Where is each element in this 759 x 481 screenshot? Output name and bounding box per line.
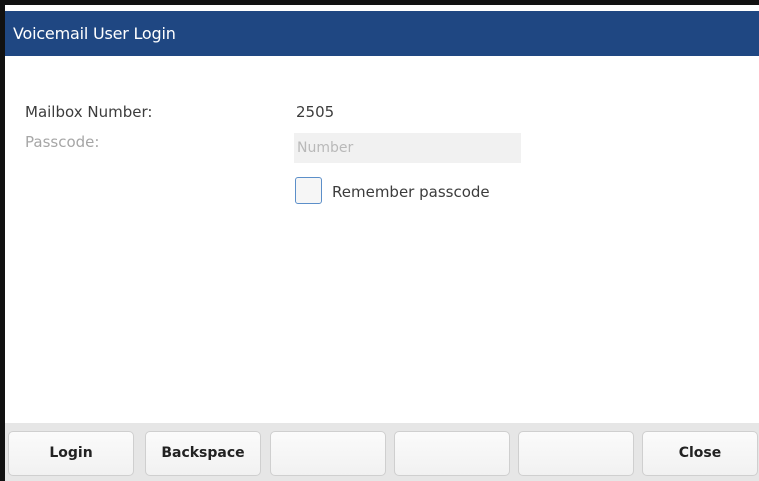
close-softkey[interactable]: Close [642,431,758,476]
mailbox-number-label: Mailbox Number: [25,103,153,121]
softkey-5[interactable] [518,431,634,476]
softkey-bar: Login Backspace Close [5,423,759,481]
backspace-softkey[interactable]: Backspace [145,431,261,476]
login-softkey[interactable]: Login [8,431,134,476]
title-bar: Voicemail User Login [5,11,759,56]
softkey-3[interactable] [270,431,386,476]
mailbox-number-value: 2505 [296,103,335,121]
passcode-label: Passcode: [25,133,100,151]
passcode-input[interactable] [294,133,521,163]
screen-frame [0,0,759,481]
page-title: Voicemail User Login [13,24,176,43]
remember-passcode-label[interactable]: Remember passcode [332,183,490,201]
softkey-4[interactable] [394,431,510,476]
remember-passcode-checkbox[interactable] [295,177,322,204]
